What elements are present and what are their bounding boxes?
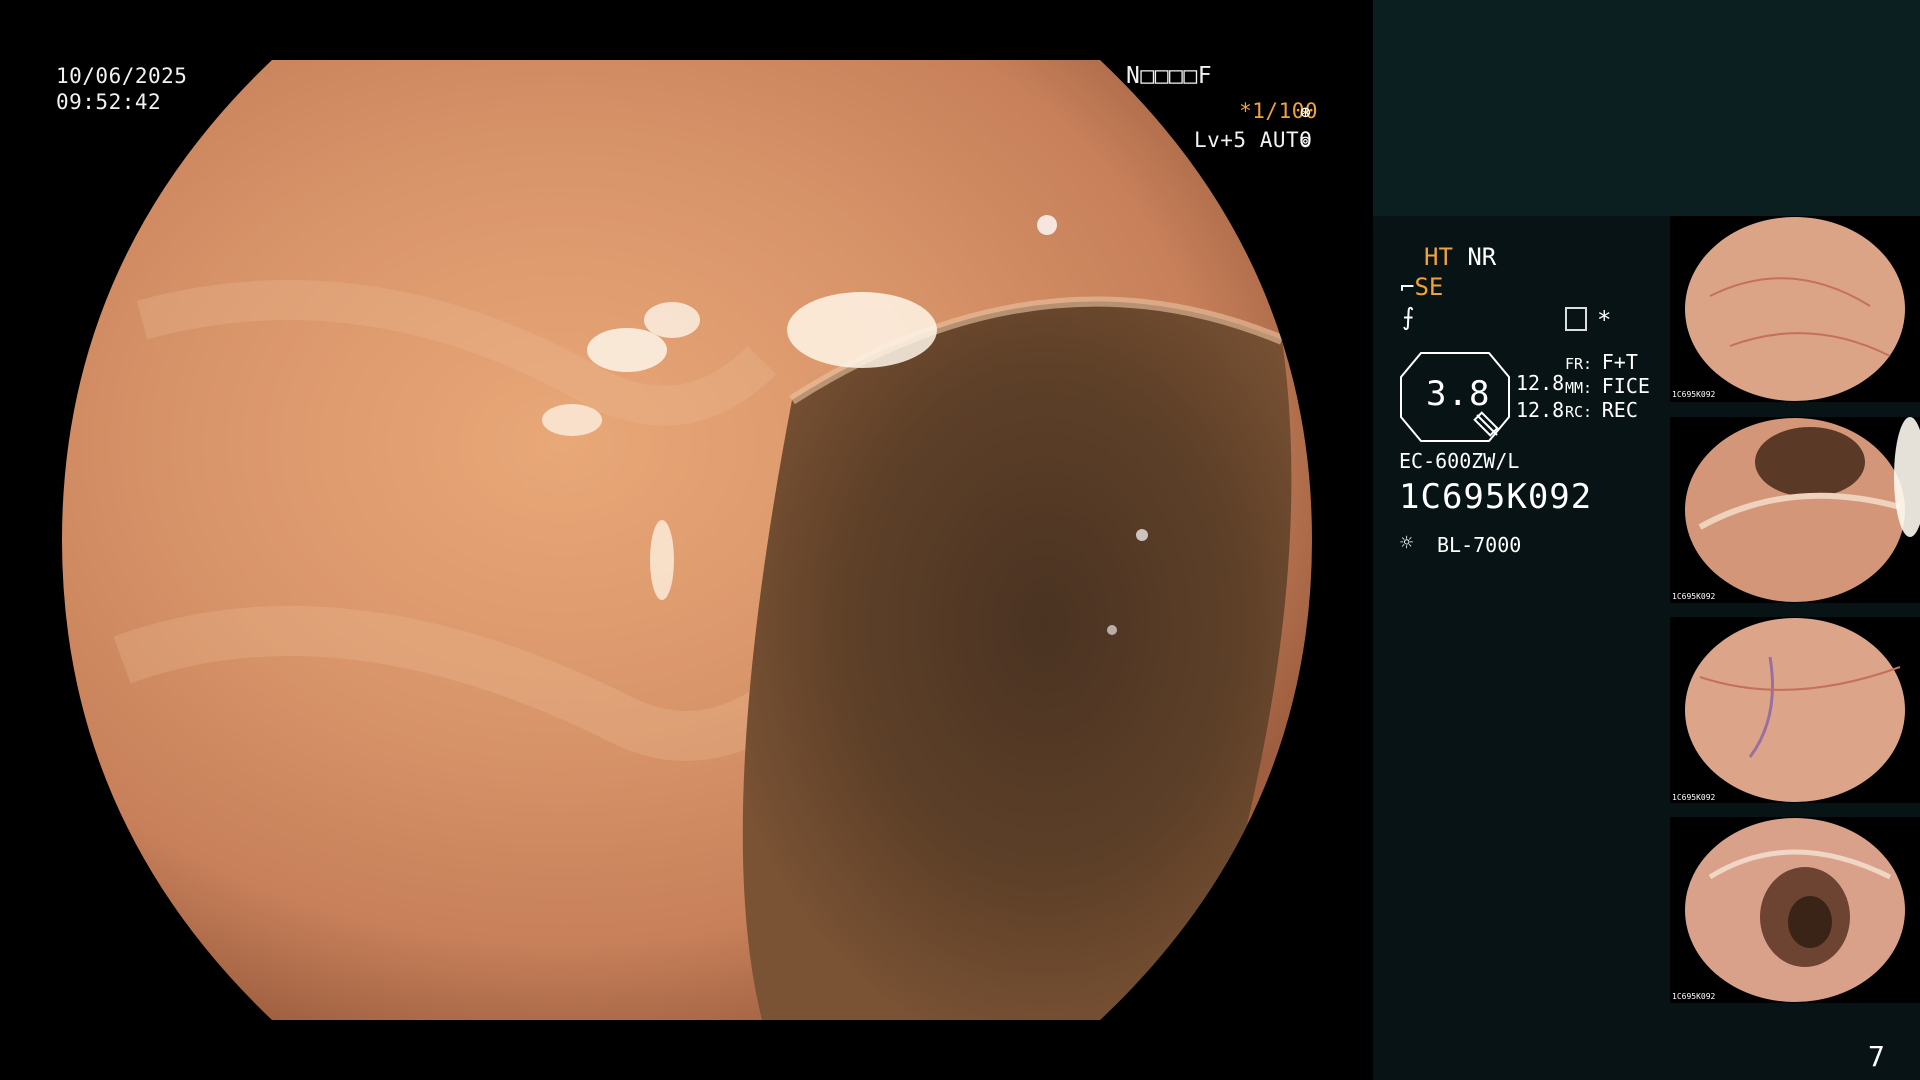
nr-label: NR: [1467, 243, 1497, 271]
thumbnail-4-serial: 1C695K092: [1672, 992, 1716, 1001]
value-1: 12.8: [1516, 371, 1565, 395]
patient-code: N□□□□F: [1126, 63, 1213, 89]
mm-row: MM: FICE: [1565, 374, 1650, 398]
thumbnail-4[interactable]: [1670, 817, 1920, 1003]
thumbnail-1-serial: 1C695K092: [1672, 390, 1716, 399]
scope-serial: 1C695K092: [1399, 477, 1593, 517]
color-mode-icon: ⨍: [1402, 303, 1415, 331]
thumbnail-2[interactable]: [1670, 417, 1920, 603]
endoscopy-image: [62, 60, 1312, 1020]
value-2: 12.8: [1516, 398, 1565, 422]
se-label: SE: [1414, 273, 1444, 301]
thumbnail-1[interactable]: [1670, 216, 1920, 402]
brightness-level: Lv+5 AUTO: [1194, 127, 1312, 153]
fr-row: FR: F+T: [1565, 350, 1638, 374]
exam-date: 10/06/2025: [56, 64, 188, 88]
ht-nr-row: HT NR: [1424, 243, 1496, 271]
fr-key: FR:: [1565, 355, 1593, 373]
se-row: ⌐SE: [1400, 273, 1443, 301]
thumbnail-2-serial: 1C695K092: [1672, 592, 1716, 601]
exam-time: 09:52:42: [56, 90, 162, 114]
scope-model: EC-600ZW/L: [1399, 449, 1520, 473]
rc-key: RC:: [1565, 403, 1593, 421]
light-source: BL-7000: [1437, 533, 1522, 557]
thumbnail-3[interactable]: [1670, 617, 1920, 803]
light-source-icon: ☼: [1400, 531, 1414, 556]
page-number: 7: [1868, 1040, 1885, 1073]
zoom-value: 3.8: [1426, 374, 1491, 414]
mm-key: MM:: [1565, 379, 1593, 397]
structure-enhance-icon: ⌐: [1400, 273, 1415, 301]
side-panel-header: [1373, 0, 1920, 216]
fr-value: F+T: [1601, 350, 1638, 374]
mm-value: FICE: [1601, 374, 1650, 398]
thumbnail-3-serial: 1C695K092: [1672, 793, 1716, 802]
rc-row: RC: REC: [1565, 398, 1638, 422]
level-value: Lv+5: [1194, 128, 1247, 152]
ht-label: HT: [1424, 243, 1453, 271]
rc-value: REC: [1601, 398, 1638, 422]
iris-icon: ⊚: [1300, 131, 1311, 152]
menu-icon: [1565, 307, 1587, 331]
shutter-icon: ⊛: [1300, 102, 1311, 123]
endoscope-main-view: 10/06/2025 09:52:42 N□□□□F *1/100 ⊛ Lv+5…: [0, 0, 1372, 1080]
asterisk-mark: *: [1597, 306, 1612, 334]
